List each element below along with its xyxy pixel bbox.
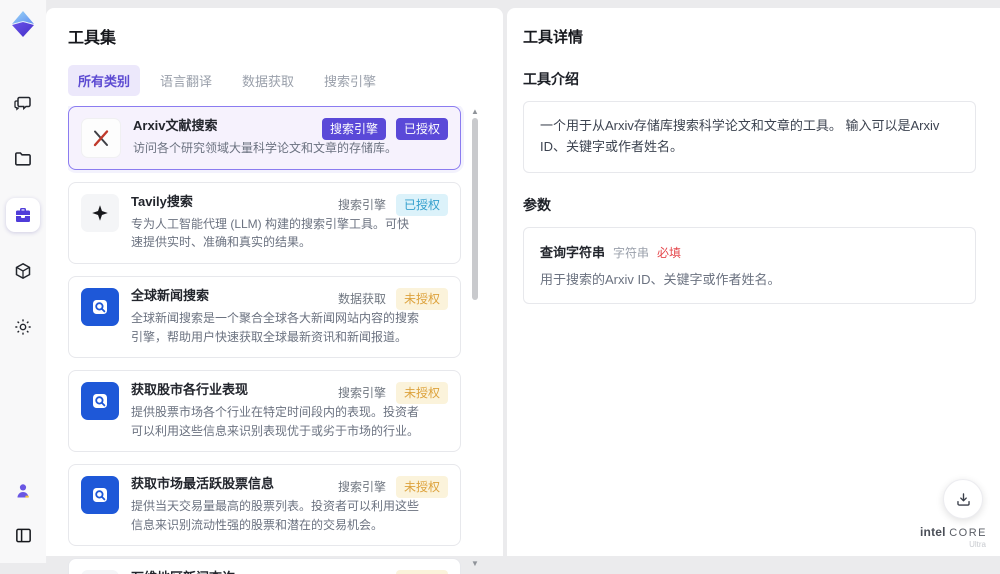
category-badge: 搜索引擎	[337, 198, 386, 212]
toolbox-icon	[16, 208, 30, 222]
category-badge: 搜索引擎	[337, 386, 386, 401]
tool-card-active-stocks[interactable]: 获取市场最活跃股票信息 提供当天交易量最高的股票列表。投资者可以利用这些信息来识…	[68, 464, 461, 547]
tab-data-fetch[interactable]: 数据获取	[232, 65, 304, 96]
sidebar-item-files[interactable]	[6, 142, 40, 176]
left-sidebar	[0, 0, 47, 563]
page-title: 工具集	[68, 30, 117, 47]
auth-status-badge: 已授权	[395, 118, 448, 140]
tavily-star-icon	[81, 194, 119, 232]
sidebar-item-packages[interactable]	[6, 254, 40, 288]
category-badge: 搜索引擎	[337, 480, 386, 495]
tool-desc: 提供当天交易量最高的股票列表。投资者可以利用这些信息来识别流动性强的股票和潜在的…	[131, 499, 420, 532]
category-tabs: 所有类别 语言翻译 数据获取 搜索引擎	[68, 65, 483, 96]
category-badge: 数据获取	[337, 292, 386, 307]
tool-list: Arxiv文献搜索 访问各个研究领域大量科学论文和文章的存储库。 搜索引擎 已授…	[68, 106, 483, 574]
tool-desc: 全球新闻搜索是一个聚合全球各大新闻网站内容的搜索引擎，帮助用户快速获取全球最新资…	[131, 310, 420, 344]
detail-title: 工具详情	[523, 29, 584, 46]
tool-card-stock-sectors[interactable]: 获取股市各行业表现 提供股票市场各个行业在特定时间段内的表现。投资者可以利用这些…	[68, 370, 461, 453]
tool-desc: 提供股票市场各个行业在特定时间段内的表现。投资者可以利用这些信息来识别表现优于或…	[131, 405, 420, 438]
tool-desc: 访问各个研究领域大量科学论文和文章的存储库。	[133, 140, 398, 155]
intel-core-logo: intel CORE Ultra	[920, 525, 986, 549]
app-logo-icon[interactable]	[7, 8, 39, 40]
param-required-badge: 必填	[657, 245, 682, 260]
param-desc: 用于搜索的Arxiv ID、关键字或作者姓名。	[540, 271, 781, 287]
user-avatar-icon	[17, 484, 29, 498]
arxiv-icon	[81, 118, 121, 158]
news-search-icon	[81, 288, 119, 327]
tool-detail-panel: 工具详情 工具介绍 一个用于从Arxiv存储库搜索科学论文和文章的工具。 输入可…	[507, 8, 1000, 556]
param-name: 查询字符串	[540, 244, 606, 260]
news-search-icon	[81, 382, 119, 421]
scrollbar-thumb[interactable]	[472, 118, 478, 300]
scroll-down-icon[interactable]: ▼	[469, 560, 481, 568]
sidebar-item-chat[interactable]	[6, 86, 40, 120]
tool-card-regional-news[interactable]: 万维地区新闻查询 查询具体行政区划内的新闻，快速了解各地新闻动 搜索引擎 未授权	[68, 558, 461, 574]
scroll-up-icon[interactable]: ▲	[469, 108, 481, 116]
sidebar-item-tools[interactable]	[6, 198, 40, 232]
tab-language-translation[interactable]: 语言翻译	[150, 65, 222, 96]
param-type: 字符串	[613, 245, 650, 260]
folder-icon	[15, 152, 31, 166]
brand-sub: Ultra	[969, 540, 986, 549]
gear-icon	[15, 319, 31, 335]
news-search-icon	[81, 476, 119, 515]
auth-status-badge: 未授权	[395, 476, 448, 499]
params-heading: 参数	[523, 196, 551, 213]
sidebar-item-settings[interactable]	[6, 310, 40, 344]
tool-desc: 专为人工智能代理 (LLM) 构建的搜索引擎工具。可快速提供实时、准确和真实的结…	[131, 216, 410, 250]
user-profile-button[interactable]	[9, 477, 37, 505]
chat-icon	[14, 96, 31, 111]
auth-status-badge: 未授权	[395, 382, 448, 405]
tool-card-global-news[interactable]: 全球新闻搜索 全球新闻搜索是一个聚合全球各大新闻网站内容的搜索引擎，帮助用户快速…	[68, 276, 461, 359]
download-button[interactable]	[943, 479, 983, 519]
list-scrollbar[interactable]: ▲ ▼	[469, 106, 481, 574]
param-box: 查询字符串 字符串 必填 用于搜索的Arxiv ID、关键字或作者姓名。	[523, 226, 976, 305]
panel-layout-icon	[15, 528, 31, 542]
brand-intel: intel	[920, 525, 946, 539]
tool-card-tavily[interactable]: Tavily搜索 专为人工智能代理 (LLM) 构建的搜索引擎工具。可快速提供实…	[68, 182, 461, 265]
tab-all-categories[interactable]: 所有类别	[68, 65, 141, 96]
tool-card-arxiv[interactable]: Arxiv文献搜索 访问各个研究领域大量科学论文和文章的存储库。 搜索引擎 已授…	[68, 106, 461, 170]
category-badge: 搜索引擎	[321, 118, 386, 140]
intro-box: 一个用于从Arxiv存储库搜索科学论文和文章的工具。 输入可以是Arxiv ID…	[523, 101, 976, 173]
auth-status-badge: 未授权	[395, 570, 448, 574]
brand-core: CORE	[949, 527, 987, 539]
download-icon	[956, 492, 970, 506]
newspaper-icon	[81, 570, 119, 574]
collapse-sidebar-button[interactable]	[9, 521, 37, 549]
tool-list-panel: 工具集 所有类别 语言翻译 数据获取 搜索引擎 Arxiv文献搜索 访问各个研究…	[46, 8, 503, 574]
intro-text: 一个用于从Arxiv存储库搜索科学论文和文章的工具。 输入可以是Arxiv ID…	[540, 118, 940, 154]
package-icon	[15, 262, 31, 280]
tab-search-engine[interactable]: 搜索引擎	[314, 65, 386, 96]
intro-heading: 工具介绍	[523, 71, 579, 87]
auth-status-badge: 已授权	[395, 194, 448, 216]
auth-status-badge: 未授权	[395, 288, 448, 311]
